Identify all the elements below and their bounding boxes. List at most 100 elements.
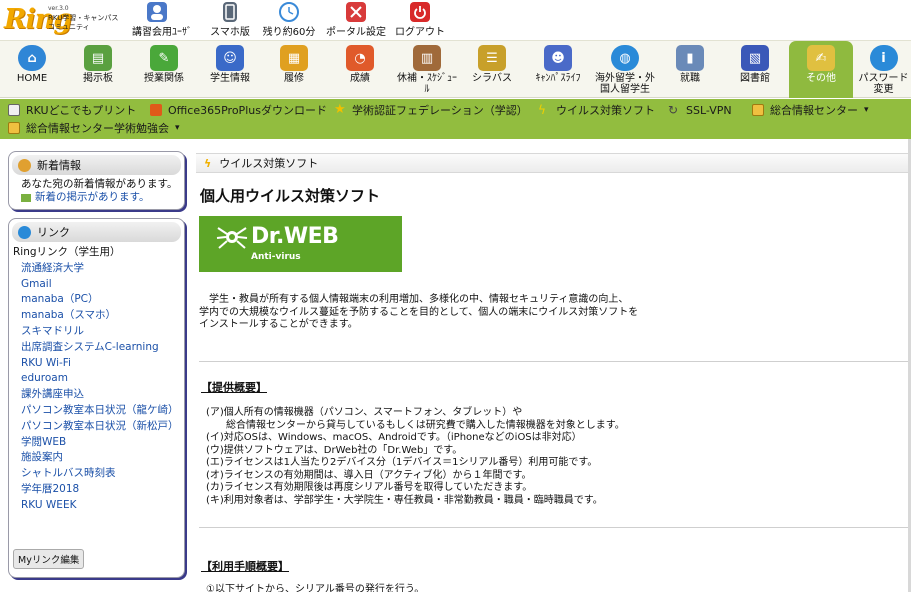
nav-schedule[interactable]: ▥ 休補・ｽｹｼﾞｭｰﾙ — [396, 41, 458, 98]
drweb-sub-text: Anti-virus — [251, 252, 301, 262]
util-portal-settings-label: ポータル設定 — [326, 27, 386, 38]
subnav-ssl-vpn-label: SSL-VPN — [686, 103, 732, 117]
ring-logo[interactable]: Ring ver.3.0 RKU学習・キャンパス コミュニティ — [4, 3, 124, 37]
chevron-down-icon: ▾ — [175, 123, 180, 133]
nav-grades-label: 成績 — [350, 73, 370, 84]
link-item[interactable]: 施設案内 — [21, 450, 184, 466]
nav-home-label: HOME — [16, 73, 48, 84]
nav-student-info[interactable]: ☺ 学生情報 — [202, 41, 258, 98]
nav-career[interactable]: ▮ 就職 — [662, 41, 718, 98]
nav-library[interactable]: ▧ 図書館 — [726, 41, 784, 98]
link-item[interactable]: 学閲WEB — [21, 435, 184, 451]
globe-icon: ◍ — [611, 45, 639, 71]
links-panel: リンク Ringリンク（学生用） 流通経済大学 Gmail manaba（PC）… — [8, 218, 185, 578]
subnav-info-center-label: 総合情報センター — [770, 104, 858, 117]
nav-registration-label: 履修 — [284, 73, 304, 84]
util-smartphone-button[interactable]: スマホ版 — [208, 0, 252, 40]
util-portal-settings-button[interactable]: ポータル設定 — [326, 0, 386, 40]
util-timer-label: 残り約60分 — [262, 27, 316, 38]
nav-syllabus-label: シラバス — [472, 73, 512, 84]
user-icon — [147, 2, 167, 22]
divider — [199, 527, 911, 528]
link-item[interactable]: RKU Wi-Fi — [21, 356, 184, 372]
intro-line: 学内での大規模なウイルス蔓延を予防することを目的として、個人の端末にウイルス対策… — [199, 306, 639, 318]
subnav-office365-label: Office365ProPlusダウンロード — [168, 104, 327, 117]
procedure-partial-line: ①以下サイトから、シリアル番号の発行を行う。 — [206, 584, 425, 592]
link-item[interactable]: RKU WEEK — [21, 498, 184, 514]
folder-icon — [8, 122, 20, 134]
info-icon: i — [869, 45, 898, 71]
nav-bulletin-board[interactable]: ▤ 掲示板 — [70, 41, 126, 98]
top-utility-bar: Ring ver.3.0 RKU学習・キャンパス コミュニティ 講習会用ﾕｰｻﾞ… — [0, 0, 911, 40]
nav-classes[interactable]: ✎ 授業関係 — [136, 41, 192, 98]
nav-registration[interactable]: ▦ 履修 — [266, 41, 322, 98]
link-item[interactable]: manaba（スマホ） — [21, 308, 184, 324]
nav-library-label: 図書館 — [740, 73, 770, 84]
main-content: ϟ ウイルス対策ソフト 個人用ウイルス対策ソフト Dr.WEB Anti-vir… — [196, 153, 911, 592]
folder-icon — [752, 104, 764, 116]
subnav-rku-print[interactable]: RKUどこでもプリント — [8, 101, 136, 119]
subnav-study-session-dropdown[interactable]: 総合情報センター学術勉強会 ▾ — [8, 119, 180, 137]
subnav-rku-print-label: RKUどこでもプリント — [26, 104, 137, 117]
link-item[interactable]: シャトルバス時刻表 — [21, 466, 184, 482]
news-board-link[interactable]: 新着の掲示があります。 — [35, 191, 149, 204]
sync-icon: ↻ — [668, 103, 679, 117]
chevron-down-icon: ▾ — [864, 105, 869, 115]
intro-line: 学生・教員が所有する個人情報端末の利用増加、多様化の中、情報セキュリティ意識の向… — [199, 294, 629, 305]
subnav-antivirus[interactable]: ϟ ウイルス対策ソフト — [538, 101, 655, 119]
spider-icon — [216, 227, 248, 249]
link-item[interactable]: Gmail — [21, 277, 184, 293]
link-item[interactable]: スキマドリル — [21, 324, 184, 340]
util-logout-label: ログアウト — [395, 27, 445, 38]
office-icon — [150, 104, 162, 116]
links-panel-title: リンク — [37, 226, 70, 239]
util-user-button[interactable]: 講習会用ﾕｰｻﾞ — [132, 0, 192, 40]
link-item[interactable]: 流通経済大学 — [21, 261, 184, 277]
tools-icon — [346, 2, 366, 22]
subnav-ssl-vpn[interactable]: ↻ SSL-VPN — [668, 101, 732, 119]
nav-career-label: 就職 — [680, 73, 700, 84]
nav-campus-life[interactable]: ☻ ｷｬﾝﾊﾟｽﾗｲﾌ — [530, 41, 586, 98]
smartphone-icon — [223, 2, 237, 22]
link-item[interactable]: eduroam — [21, 371, 184, 387]
subnav-info-center-dropdown[interactable]: 総合情報センター ▾ — [752, 101, 869, 119]
nav-other-label: その他 — [806, 73, 836, 84]
nav-study-abroad[interactable]: ◍ 海外留学・外国人留学生 — [592, 41, 658, 98]
calendar-icon: ▥ — [413, 45, 441, 71]
nav-other[interactable]: ✍ その他 — [789, 41, 853, 98]
logo-version: ver.3.0 — [48, 5, 69, 12]
util-logout-button[interactable]: ログアウト — [394, 0, 446, 40]
board-icon — [21, 193, 31, 202]
section-overview-title: 【提供概要】 — [201, 381, 267, 394]
drweb-brand-text: Dr.WEB — [251, 224, 339, 249]
my-links-edit-button[interactable]: Myリンク編集 — [13, 549, 85, 569]
building-icon: ▮ — [676, 45, 704, 71]
section-procedure-title: 【利用手順概要】 — [201, 560, 289, 573]
info-icon — [18, 225, 31, 239]
nav-syllabus[interactable]: ☰ シラバス — [464, 41, 520, 98]
link-item[interactable]: 学年暦2018 — [21, 482, 184, 498]
nav-password-change-label: パスワード変更 — [858, 73, 909, 95]
link-item[interactable]: 出席調査システムC-learning — [21, 340, 184, 356]
lightning-icon: ϟ — [538, 103, 546, 117]
nav-home[interactable]: ⌂ HOME — [4, 41, 60, 98]
page-title: 個人用ウイルス対策ソフト — [200, 187, 381, 205]
link-item[interactable]: 課外講座申込 — [21, 387, 184, 403]
subnav-gakunin[interactable]: ★ 学術認証フェデレーション（学認） — [334, 101, 528, 119]
intro-line: インストールすることができます。 — [199, 319, 358, 330]
nav-bulletin-board-label: 掲示板 — [83, 73, 113, 84]
board-icon: ▤ — [84, 45, 112, 71]
subnav-office365[interactable]: Office365ProPlusダウンロード — [150, 101, 327, 119]
news-panel: 新着情報 あなた宛の新着情報があります。 新着の掲示があります。 — [8, 151, 185, 210]
overview-line: (カ)ライセンス有効期限後は再度シリアル番号を取得していただきます。 — [206, 482, 533, 493]
link-item[interactable]: manaba（PC） — [21, 292, 184, 308]
nav-grades[interactable]: ◔ 成績 — [332, 41, 388, 98]
link-item[interactable]: パソコン教室本日状況（龍ケ崎） — [21, 403, 184, 419]
star-icon: ★ — [334, 102, 346, 117]
subnav-study-session-label: 総合情報センター学術勉強会 — [26, 122, 169, 135]
nav-password-change[interactable]: i パスワード変更 — [856, 41, 911, 98]
student-icon: ☺ — [216, 45, 244, 71]
breadcrumb: ϟ ウイルス対策ソフト — [196, 153, 911, 173]
subnav-gakunin-label: 学術認証フェデレーション（学認） — [352, 104, 528, 117]
link-item[interactable]: パソコン教室本日状況（新松戸） — [21, 419, 184, 435]
